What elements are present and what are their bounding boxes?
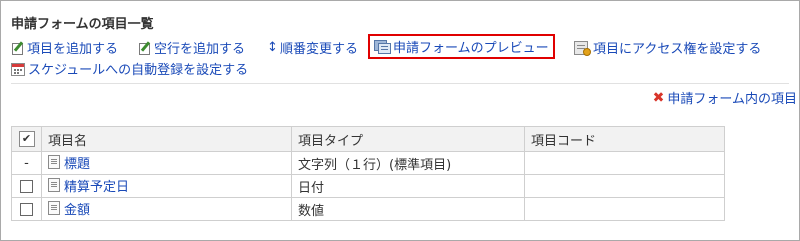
item-icon [48,178,60,193]
row-checkbox[interactable] [20,202,33,216]
reorder-link[interactable]: ↕ 順番変更する [267,38,358,57]
edit-icon [11,41,24,55]
row-select-cell [11,197,42,221]
item-icon [48,155,60,170]
item-name-link[interactable]: 金額 [48,199,90,218]
preview-icon [374,40,391,54]
delete-items-link[interactable]: ✖ 申請フォーム内の項目 [652,88,797,108]
table-row: - 標題 文字列（１行）(標準項目) [11,151,725,175]
select-all-header: ✔ [11,126,42,152]
table-header-row: ✔ 項目名 項目タイプ 項目コード [11,126,725,152]
sort-arrows-icon: ↕ [267,39,278,55]
row-select-cell: - [11,151,42,175]
item-name: 精算予定日 [64,179,130,195]
column-header-code: 項目コード [524,126,725,152]
page-title: 申請フォームの項目一覧 [11,17,154,32]
item-icon [48,201,60,216]
item-name-link[interactable]: 精算予定日 [48,176,129,195]
access-icon [574,40,591,56]
item-type-cell: 数値 [291,197,525,221]
edit-icon [138,41,151,55]
item-name-cell: 標題 [41,151,292,175]
preview-label: 申請フォームのプレビュー [393,41,549,56]
item-name-cell: 精算予定日 [41,174,292,198]
item-type-cell: 日付 [291,174,525,198]
reorder-label: 順番変更する [280,42,359,57]
column-header-name: 項目名 [41,126,292,152]
select-all-checkbox[interactable]: ✔ [18,131,35,147]
item-name: 金額 [64,202,91,218]
calendar-icon [11,62,25,76]
item-type-cell: 文字列（１行）(標準項目) [291,151,525,175]
item-code-cell [524,151,725,175]
add-blank-row-label: 空行を追加する [154,42,246,57]
row-select-dash: - [24,155,29,171]
schedule-label: スケジュールへの自動登録を設定する [28,63,249,78]
item-name-cell: 金額 [41,197,292,221]
item-name: 標題 [64,156,91,172]
table-row: 精算予定日 日付 [11,174,725,198]
item-name-link[interactable]: 標題 [48,153,90,172]
item-code-cell [524,197,725,221]
delete-x-icon: ✖ [652,89,665,106]
column-header-type: 項目タイプ [291,126,525,152]
schedule-link[interactable]: スケジュールへの自動登録を設定する [11,59,248,78]
access-link[interactable]: 項目にアクセス権を設定する [574,38,761,57]
preview-link[interactable]: 申請フォームのプレビュー [368,34,555,59]
table-row: 金額 数値 [11,197,725,221]
divider [11,83,789,84]
access-label: 項目にアクセス権を設定する [593,42,762,57]
add-item-link[interactable]: 項目を追加する [11,38,118,57]
add-item-label: 項目を追加する [27,42,119,57]
form-items-panel: 申請フォームの項目一覧 項目を追加する 空行を追加する ↕ 順番変更する 申請フ… [0,0,800,241]
delete-items-label: 申請フォーム内の項目 [667,92,797,107]
row-checkbox[interactable] [20,179,33,193]
items-table: ✔ 項目名 項目タイプ 項目コード - 標題 文字列（１行）(標準項目) 精算予… [11,126,725,221]
row-select-cell [11,174,42,198]
add-blank-row-link[interactable]: 空行を追加する [138,38,245,57]
item-code-cell [524,174,725,198]
